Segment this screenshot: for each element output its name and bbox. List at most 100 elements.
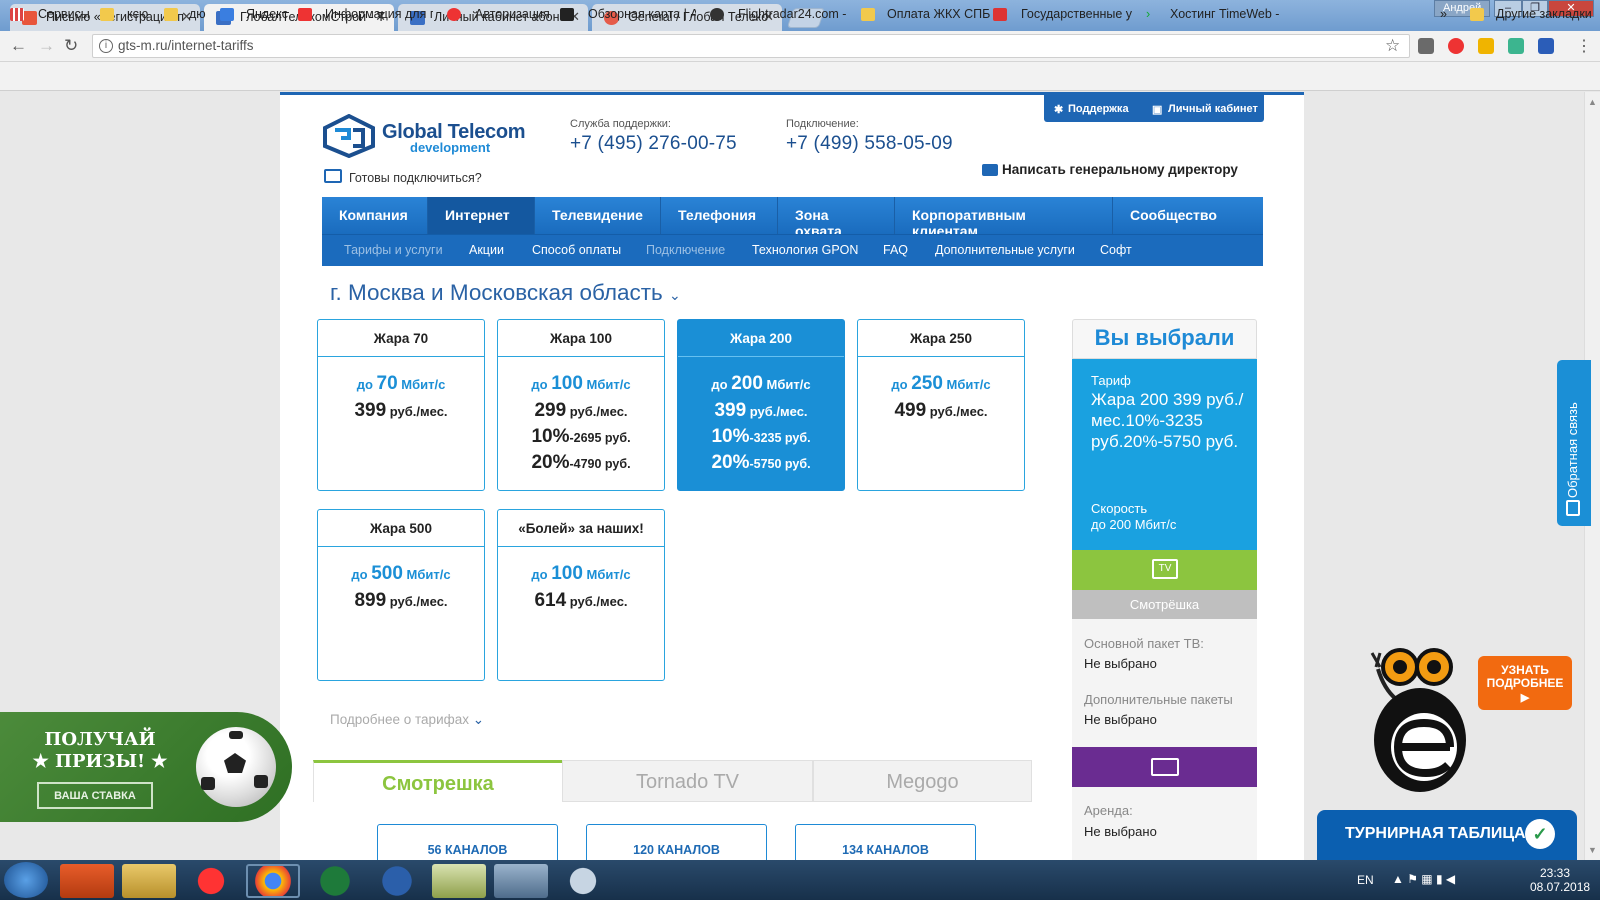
more-tariffs-label: Подробнее о тарифах bbox=[330, 712, 469, 727]
bookmark[interactable]: дю bbox=[189, 7, 206, 21]
extension-icon[interactable] bbox=[1508, 38, 1524, 54]
explorer-icon[interactable] bbox=[122, 864, 176, 898]
info-icon[interactable]: i bbox=[99, 39, 113, 53]
paint-icon[interactable] bbox=[556, 864, 610, 898]
nav-telephony[interactable]: Телефония bbox=[661, 197, 778, 234]
yandex-icon[interactable] bbox=[1448, 38, 1464, 54]
bookmark[interactable]: Авторизация bbox=[475, 7, 550, 21]
yandex-browser-icon[interactable] bbox=[184, 864, 238, 898]
star-icon[interactable]: ☆ bbox=[1385, 36, 1400, 56]
notes-icon[interactable] bbox=[432, 864, 486, 898]
subnav-gpon[interactable]: Технология GPON bbox=[752, 243, 858, 257]
tray-icons[interactable]: ▲ ⚑ ▦ ▮ ◀ bbox=[1392, 872, 1455, 886]
nav-community[interactable]: Сообщество bbox=[1113, 197, 1233, 234]
back-icon[interactable]: ← bbox=[10, 36, 27, 56]
channel-package[interactable]: 120 КАНАЛОВ bbox=[586, 824, 767, 864]
clock[interactable]: 23:33 08.07.2018 bbox=[1530, 866, 1591, 894]
start-button[interactable] bbox=[4, 862, 48, 898]
excel-icon[interactable] bbox=[308, 864, 362, 898]
tab-megogo[interactable]: Megogo bbox=[813, 760, 1032, 802]
other-bookmarks[interactable]: Другие закладки bbox=[1496, 7, 1592, 21]
channel-package[interactable]: 56 КАНАЛОВ bbox=[377, 824, 558, 864]
apps-icon[interactable] bbox=[10, 8, 24, 21]
subnav-extra[interactable]: Дополнительные услуги bbox=[935, 243, 1075, 257]
feedback-tab[interactable]: Обратная связь bbox=[1557, 360, 1591, 526]
city-selector[interactable]: г. Москва и Московская область ⌄ bbox=[330, 280, 681, 306]
channel-package[interactable]: 134 КАНАЛОВ bbox=[795, 824, 976, 864]
subnav-payment[interactable]: Способ оплаты bbox=[532, 243, 621, 257]
date: 08.07.2018 bbox=[1530, 880, 1591, 894]
tariff-name: Жара 70 bbox=[318, 320, 484, 357]
shield-icon bbox=[220, 8, 234, 21]
promo-bet-button[interactable]: ВАША СТАВКА bbox=[37, 782, 153, 809]
extra-packages-value: Не выбрано bbox=[1084, 712, 1157, 727]
nav-coverage[interactable]: Зона охвата bbox=[778, 197, 895, 239]
subnav-connection[interactable]: Подключение bbox=[646, 243, 725, 257]
subnav-soft[interactable]: Софт bbox=[1100, 243, 1132, 257]
bookmark[interactable]: Сервисы bbox=[38, 7, 90, 21]
nav-corporate[interactable]: Корпоративным клиентам bbox=[895, 197, 1113, 239]
tab-tornado[interactable]: Tornado TV bbox=[562, 760, 813, 802]
extension-icon[interactable] bbox=[1538, 38, 1554, 54]
bookmark[interactable]: Государственные у bbox=[1021, 7, 1133, 21]
chevron-icon: › bbox=[1146, 7, 1151, 21]
tariff-name: Жара 250 bbox=[858, 320, 1024, 357]
base-package-label: Основной пакет ТВ: bbox=[1084, 636, 1204, 651]
tournament-table-button[interactable]: ТУРНИРНАЯ ТАБЛИЦА ✓ bbox=[1317, 810, 1577, 860]
logo-subtitle: development bbox=[410, 140, 491, 155]
gear-icon: ✱ bbox=[1054, 104, 1064, 116]
scroll-down-icon[interactable]: ▼ bbox=[1588, 845, 1597, 855]
tournament-label: ТУРНИРНАЯ ТАБЛИЦА bbox=[1345, 825, 1526, 842]
summary-speed-label: Скорость bbox=[1091, 501, 1148, 516]
more-tariffs-link[interactable]: Подробнее о тарифах ⌄ bbox=[330, 712, 484, 728]
bookmark[interactable]: Хостинг TimeWeb - bbox=[1170, 7, 1279, 21]
support-button[interactable]: Поддержка bbox=[1068, 103, 1129, 115]
bookmark[interactable]: Flightradar24.com - bbox=[738, 7, 846, 21]
tariff-card[interactable]: Жара 500 до 500 Мбит/с 899 руб./мес. bbox=[317, 509, 485, 681]
write-director-link[interactable]: Написать генеральному директору bbox=[1002, 162, 1238, 177]
promo-line1: ПОЛУЧАЙ bbox=[44, 729, 156, 750]
nav-tv[interactable]: Телевидение bbox=[535, 197, 661, 234]
bookmark[interactable]: Яндекс bbox=[246, 7, 288, 21]
scroll-up-icon[interactable]: ▲ bbox=[1588, 97, 1597, 107]
tariff-card-selected[interactable]: Жара 200 до 200 Мбит/с 399 руб./мес. 10%… bbox=[677, 319, 845, 491]
tariff-card[interactable]: Жара 70 до 70 Мбит/с 399 руб./мес. bbox=[317, 319, 485, 491]
mascot-icon[interactable] bbox=[1360, 645, 1480, 795]
ready-link[interactable]: Готовы подключиться? bbox=[349, 171, 482, 185]
reload-icon[interactable]: ↻ bbox=[64, 36, 78, 56]
bookmark[interactable]: ксю bbox=[127, 7, 148, 21]
word-icon[interactable] bbox=[370, 864, 424, 898]
tariff-speed: 100 bbox=[551, 373, 583, 394]
tariff-name: «Болей» за наших! bbox=[498, 510, 664, 547]
learn-more-button[interactable]: УЗНАТЬ ПОДРОБНЕЕ ▶ bbox=[1478, 656, 1572, 710]
subnav-promo[interactable]: Акции bbox=[469, 243, 504, 257]
cabinet-button[interactable]: Личный кабинет bbox=[1168, 103, 1258, 115]
extension-icon[interactable] bbox=[1478, 38, 1494, 54]
bookmark[interactable]: Обзорная карта | А bbox=[588, 7, 696, 21]
more-bookmarks[interactable]: » bbox=[1440, 7, 1447, 21]
nav-internet[interactable]: Интернет bbox=[428, 197, 535, 234]
forward-icon[interactable]: → bbox=[38, 36, 55, 56]
tariff-price: 899 bbox=[354, 590, 387, 611]
support-phone[interactable]: +7 (495) 276-00-75 bbox=[570, 133, 737, 155]
bookmark[interactable]: Информация для п bbox=[325, 7, 433, 21]
nav-company[interactable]: Компания bbox=[322, 197, 428, 234]
language-indicator[interactable]: EN bbox=[1357, 873, 1374, 887]
url-text[interactable]: gts-m.ru/internet-tariffs bbox=[118, 38, 254, 53]
subnav-tariffs[interactable]: Тарифы и услуги bbox=[344, 243, 443, 257]
tariff-card[interactable]: Жара 250 до 250 Мбит/с 499 руб./мес. bbox=[857, 319, 1025, 491]
media-player-icon[interactable] bbox=[60, 864, 114, 898]
remote-desktop-icon[interactable] bbox=[494, 864, 548, 898]
tab-smotreshka[interactable]: Смотрешка bbox=[313, 760, 562, 802]
subnav-faq[interactable]: FAQ bbox=[883, 243, 908, 257]
tariff-price: 299 bbox=[534, 400, 567, 421]
bookmark[interactable]: Оплата ЖКХ СПБ bbox=[887, 7, 990, 21]
chrome-icon[interactable] bbox=[246, 864, 300, 898]
menu-icon[interactable]: ⋮ bbox=[1576, 36, 1592, 56]
extension-icon[interactable] bbox=[1418, 38, 1434, 54]
tariff-card[interactable]: Жара 100 до 100 Мбит/с 299 руб./мес. 10%… bbox=[497, 319, 665, 491]
connect-phone[interactable]: +7 (499) 558-05-09 bbox=[786, 133, 953, 155]
omnibox[interactable] bbox=[92, 34, 1410, 58]
tariff-card[interactable]: «Болей» за наших! до 100 Мбит/с 614 руб.… bbox=[497, 509, 665, 681]
logo-icon[interactable] bbox=[321, 114, 377, 158]
